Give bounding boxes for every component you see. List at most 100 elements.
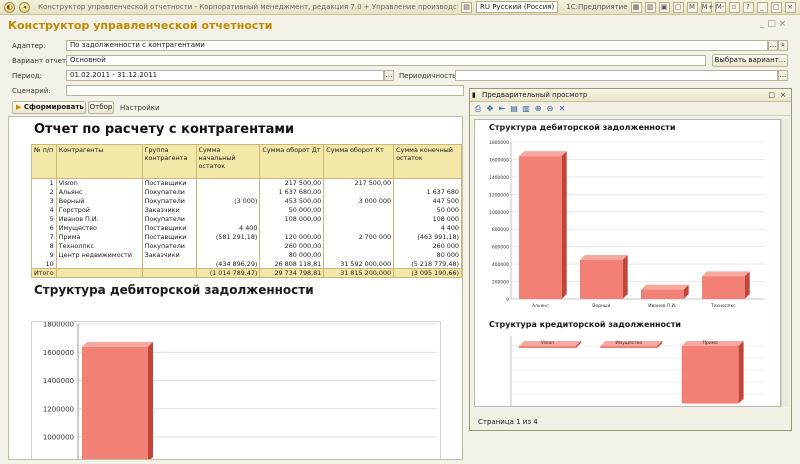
window-controls[interactable]: _ □ × bbox=[760, 19, 786, 29]
zoom-out-icon[interactable]: ⊖ bbox=[545, 104, 555, 114]
variant-label: Вариант отчета: bbox=[12, 57, 73, 65]
y-tick-label: 1200000 bbox=[489, 192, 509, 198]
report-table: № п/п Контрагенты Группа контрагента Сум… bbox=[31, 144, 462, 278]
table-cell: (434 896,29) bbox=[195, 259, 261, 269]
y-tick-label: 1800000 bbox=[489, 140, 509, 146]
bar-top bbox=[580, 254, 628, 260]
adapter-field[interactable]: По задолженности с контрагентами bbox=[66, 40, 768, 51]
table-cell: Покупатели bbox=[141, 187, 197, 197]
table-cell: Поставщики bbox=[141, 223, 197, 233]
table-cell: 8 bbox=[31, 241, 57, 251]
app-title: Конструктор управленческой отчетности - … bbox=[38, 3, 458, 11]
table-cell: 4 400 bbox=[393, 223, 462, 233]
save-icon[interactable]: ▤ bbox=[461, 1, 472, 13]
debt-chart: 1000000 1200000 1400000 1600000 1800000 bbox=[31, 321, 441, 459]
table-cell: 9 bbox=[31, 250, 57, 260]
memory-button[interactable]: M bbox=[686, 1, 698, 13]
choose-variant-button[interactable]: Выбрать вариант... bbox=[712, 54, 788, 67]
window-icon[interactable]: ▫ bbox=[728, 1, 740, 13]
minimize-icon[interactable]: _ bbox=[756, 1, 768, 13]
table-cell bbox=[195, 250, 261, 260]
table-cell: Vision bbox=[55, 178, 143, 188]
run-report-button[interactable]: ▶ Сформировать bbox=[12, 101, 86, 114]
y-tick-label: 1600000 bbox=[489, 157, 509, 163]
memory-plus-button[interactable]: M+ bbox=[700, 1, 713, 13]
copy-icon[interactable]: ▢ bbox=[672, 1, 684, 13]
print-icon[interactable]: ⎙ bbox=[473, 104, 483, 114]
preview-scrollbar[interactable] bbox=[781, 119, 789, 407]
two-pages-icon[interactable]: ▥ bbox=[521, 104, 531, 114]
bar bbox=[580, 259, 623, 299]
help-icon[interactable]: ? bbox=[742, 1, 754, 13]
back-icon[interactable]: ◂ bbox=[19, 1, 30, 13]
memory-minus-button[interactable]: M- bbox=[714, 1, 726, 13]
col-header: № п/п bbox=[31, 144, 57, 179]
y-tick-label: 200000 bbox=[492, 280, 509, 286]
table-cell: 7 bbox=[31, 232, 57, 242]
table-cell bbox=[323, 205, 395, 215]
x-tick-label: Альянс bbox=[532, 303, 549, 309]
y-tick-label: 1600000 bbox=[43, 349, 74, 357]
total-cell bbox=[141, 268, 197, 278]
close-preview-icon[interactable]: ✕ bbox=[557, 104, 567, 114]
table-cell: Поставщики bbox=[141, 232, 197, 242]
total-cell: 31 815 200,000 bbox=[323, 268, 395, 278]
table-cell: Покупатели bbox=[141, 241, 197, 251]
table-cell bbox=[141, 259, 197, 269]
scenario-field[interactable] bbox=[66, 85, 464, 96]
preview-page: Структура дебиторской задолженности 0 200… bbox=[474, 119, 781, 407]
scenario-label: Сценарий: bbox=[12, 87, 51, 95]
variant-field[interactable]: Основной bbox=[66, 55, 706, 66]
preview-close-icon[interactable]: × bbox=[780, 89, 786, 101]
adapter-search-icon[interactable]: ⌕ bbox=[778, 40, 788, 51]
total-cell: Итого bbox=[31, 268, 57, 278]
table-cell: Имущество bbox=[55, 223, 143, 233]
run-report-label: Сформировать bbox=[23, 103, 84, 111]
table-cell: 447 500 bbox=[393, 196, 462, 206]
table-cell bbox=[195, 178, 261, 188]
table-cell: 26 808 118,81 bbox=[259, 259, 325, 269]
zoom-in-icon[interactable]: ⊕ bbox=[533, 104, 543, 114]
language-indicator[interactable]: RU Русский (Россия) bbox=[476, 1, 559, 13]
calendar-icon[interactable]: ▣ bbox=[658, 1, 670, 13]
table-cell: 10 bbox=[31, 259, 57, 269]
table-cell: 217 500,00 bbox=[323, 178, 395, 188]
y-tick-label: 600000 bbox=[492, 245, 509, 251]
bar-top bbox=[519, 151, 567, 157]
table-cell: 4 bbox=[31, 205, 57, 215]
tab-filter[interactable]: Отбор bbox=[88, 101, 114, 114]
app-menu-icon[interactable]: ◐ bbox=[4, 1, 15, 13]
tab-settings[interactable]: Настройки bbox=[120, 104, 160, 112]
bar-side bbox=[738, 341, 744, 404]
col-header: Группа контрагента bbox=[141, 144, 197, 179]
periodicity-select-button[interactable]: ... bbox=[778, 70, 788, 81]
table-cell: 3 bbox=[31, 196, 57, 206]
preview-chart2-title: Структура кредиторской задолженности bbox=[489, 320, 681, 329]
periodicity-field[interactable] bbox=[455, 70, 778, 81]
preview-page-status: Страница 1 из 4 bbox=[478, 418, 538, 426]
close-icon[interactable]: × bbox=[784, 1, 796, 13]
table-cell: 5 bbox=[31, 214, 57, 224]
preview-restore-icon[interactable]: □ bbox=[768, 89, 775, 101]
adapter-select-button[interactable]: ... bbox=[768, 40, 778, 51]
bar bbox=[702, 276, 745, 299]
first-page-icon[interactable]: ⇤ bbox=[497, 104, 507, 114]
table-cell: 3 000 000 bbox=[323, 196, 395, 206]
table-cell: 108 000,00 bbox=[259, 214, 325, 224]
period-field[interactable]: 01.02.2011 - 31.12.2011 bbox=[66, 70, 384, 81]
move-icon[interactable]: ✥ bbox=[485, 104, 495, 114]
total-cell bbox=[55, 268, 143, 278]
maximize-icon[interactable]: □ bbox=[770, 1, 782, 13]
y-tick-label: 1000000 bbox=[489, 210, 509, 216]
col-header: Сумма конечный остаток bbox=[393, 144, 462, 179]
period-select-button[interactable]: ... bbox=[384, 70, 394, 81]
preview-chart1-title: Структура дебиторской задолженности bbox=[489, 123, 676, 132]
bar-top bbox=[641, 284, 689, 290]
table-cell: Заказчики bbox=[141, 250, 197, 260]
toolbar-icon[interactable]: ▦ bbox=[630, 1, 642, 13]
y-tick-label: 1200000 bbox=[43, 405, 74, 413]
table-cell: 80 000,00 bbox=[259, 250, 325, 260]
page-icon[interactable]: ▤ bbox=[509, 104, 519, 114]
calc-icon[interactable]: ▥ bbox=[644, 1, 656, 13]
table-cell: Заказчики bbox=[141, 205, 197, 215]
